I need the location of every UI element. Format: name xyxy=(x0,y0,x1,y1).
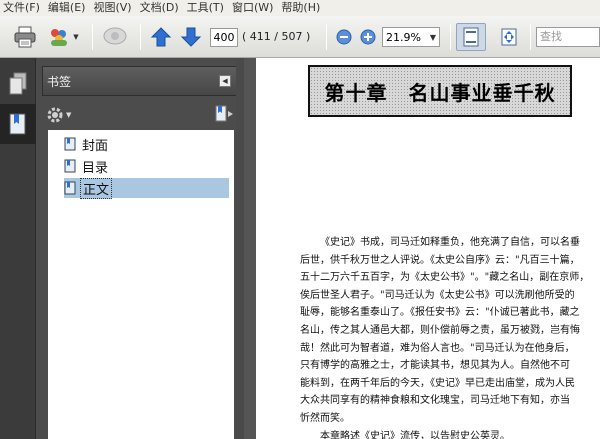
panel-title: 书签 xyxy=(47,74,72,89)
zoom-out-icon xyxy=(336,29,352,45)
text-line: 能料到，在两千年后的今天，《史记》早已走出庙堂，成为人民 xyxy=(300,377,575,389)
zoom-out-button[interactable] xyxy=(334,23,354,51)
bookmark-label: 封面 xyxy=(82,138,109,154)
zoom-select[interactable]: 21.9% ▼ xyxy=(382,27,440,47)
options-button[interactable]: ▼ xyxy=(46,106,71,124)
collaborate-button[interactable]: ▼ xyxy=(44,23,82,51)
collapse-panel-button[interactable]: ◀ xyxy=(219,75,231,87)
panel-splitter[interactable] xyxy=(236,58,244,439)
text-line: 名山，传之其人通邑大都，则仆偿前辱之责，虽万被戮，岂有悔 xyxy=(300,324,580,336)
bookmark-item-contents[interactable]: 目录 xyxy=(64,156,110,176)
chevron-down-icon: ▼ xyxy=(73,33,79,41)
menu-window[interactable]: 窗口(W) xyxy=(229,0,276,16)
toolbar-separator xyxy=(450,24,451,50)
toolbar-separator xyxy=(140,24,141,50)
menu-tools[interactable]: 工具(T) xyxy=(184,0,227,16)
bookmarks-panel: 书签 ◀ ▼ 封面 目录 正文 xyxy=(36,58,244,439)
panel-toolbar: ▼ xyxy=(42,102,238,128)
chevron-down-icon: ▼ xyxy=(66,111,72,119)
expand-bookmark-button[interactable] xyxy=(214,105,234,126)
text-line: 本章略述《史记》流传，以告慰史公英灵。 xyxy=(320,430,510,439)
toolbar: ▼ ( 411 / 507 ) 21.9% ▼ xyxy=(0,16,600,58)
zoom-in-button[interactable] xyxy=(358,23,378,51)
text-line: 耻辱，能够名重泰山了。《报任安书》云："仆诚已著此书，藏之 xyxy=(300,307,580,319)
document-page: 第十章 名山事业垂千秋 《史记》书成，司马迁如释重负，他充满了自信，可以名垂 后… xyxy=(256,58,600,439)
full-screen-button[interactable] xyxy=(494,23,524,51)
bookmark-item-cover[interactable]: 封面 xyxy=(64,134,110,154)
print-button[interactable] xyxy=(10,23,40,51)
expand-icon xyxy=(501,28,517,46)
chevron-down-icon: ▼ xyxy=(429,32,437,42)
arrow-up-icon xyxy=(150,27,172,47)
pages-icon xyxy=(9,72,27,95)
bookmark-label: 目录 xyxy=(82,160,109,176)
page-count: ( 411 / 507 ) xyxy=(242,30,311,43)
toolbar-separator xyxy=(326,24,327,50)
previous-page-button[interactable] xyxy=(148,23,174,51)
panel-header: 书签 ◀ xyxy=(42,66,238,96)
text-line: 哉！然此可为智者道，难为俗人言也。"司马迁认为在他身后， xyxy=(300,342,575,354)
menu-document[interactable]: 文档(D) xyxy=(137,0,182,16)
bookmark-icon xyxy=(64,181,76,195)
bookmark-icon xyxy=(64,159,76,173)
review-button[interactable] xyxy=(100,23,130,51)
toolbar-separator xyxy=(530,24,531,50)
printer-icon xyxy=(14,26,36,48)
comment-icon xyxy=(103,27,127,45)
fit-page-icon xyxy=(463,27,479,47)
bookmarks-icon xyxy=(9,113,26,135)
next-page-button[interactable] xyxy=(178,23,204,51)
arrow-down-icon xyxy=(180,27,202,47)
text-line: 忻然而笑。 xyxy=(300,412,350,424)
menu-file[interactable]: 文件(F) xyxy=(0,0,43,16)
search-input[interactable]: 查找 xyxy=(536,27,600,47)
page-number-input[interactable] xyxy=(210,28,238,47)
fit-page-button[interactable] xyxy=(456,23,486,51)
chapter-title: 第十章 名山事业垂千秋 xyxy=(324,80,556,105)
text-line: 五十二万六千五百字，为《太史公书》"。"藏之名山，副在京师， xyxy=(300,272,590,284)
bookmark-list: 封面 目录 正文 xyxy=(48,130,234,439)
zoom-value: 21.9% xyxy=(386,30,421,44)
text-line: 只有博学的高雅之士，才能读其书，想见其为人。自然他不可 xyxy=(300,360,570,372)
toolbar-separator xyxy=(92,24,93,50)
menu-help[interactable]: 帮助(H) xyxy=(278,0,323,16)
menu-bar: 文件(F) 编辑(E) 视图(V) 文档(D) 工具(T) 窗口(W) 帮助(H… xyxy=(0,0,600,16)
pages-tab[interactable] xyxy=(0,64,36,104)
document-viewport[interactable]: 第十章 名山事业垂千秋 《史记》书成，司马迁如释重负，他充满了自信，可以名垂 后… xyxy=(244,58,600,439)
text-line: 后世，供千秋万世之人评说。《太史公自序》云："凡百三十篇， xyxy=(300,254,580,266)
bookmark-label: 正文 xyxy=(80,177,113,199)
chapter-heading-box: 第十章 名山事业垂千秋 xyxy=(308,65,572,117)
bookmarks-tab[interactable] xyxy=(0,104,36,144)
people-icon xyxy=(51,29,68,46)
text-line: 俟后世圣人君子。"司马迁认为《太史公书》可以洗刷他所受的 xyxy=(300,289,575,301)
body-text: 《史记》书成，司马迁如释重负，他充满了自信，可以名垂 后世，供千秋万世之人评说。… xyxy=(300,234,594,439)
navigation-rail xyxy=(0,58,36,439)
bookmark-icon xyxy=(64,137,76,151)
text-line: 大众共同享有的精神食粮和文化瑰宝，司马迁地下有知，亦当 xyxy=(300,395,570,407)
gear-icon xyxy=(47,107,63,123)
menu-view[interactable]: 视图(V) xyxy=(90,0,134,16)
bookmark-expand-icon xyxy=(215,105,233,121)
menu-edit[interactable]: 编辑(E) xyxy=(45,0,89,16)
text-line: 《史记》书成，司马迁如释重负，他充满了自信，可以名垂 xyxy=(320,237,580,248)
bookmark-item-main-text[interactable]: 正文 xyxy=(64,177,229,199)
zoom-in-icon xyxy=(360,29,376,45)
